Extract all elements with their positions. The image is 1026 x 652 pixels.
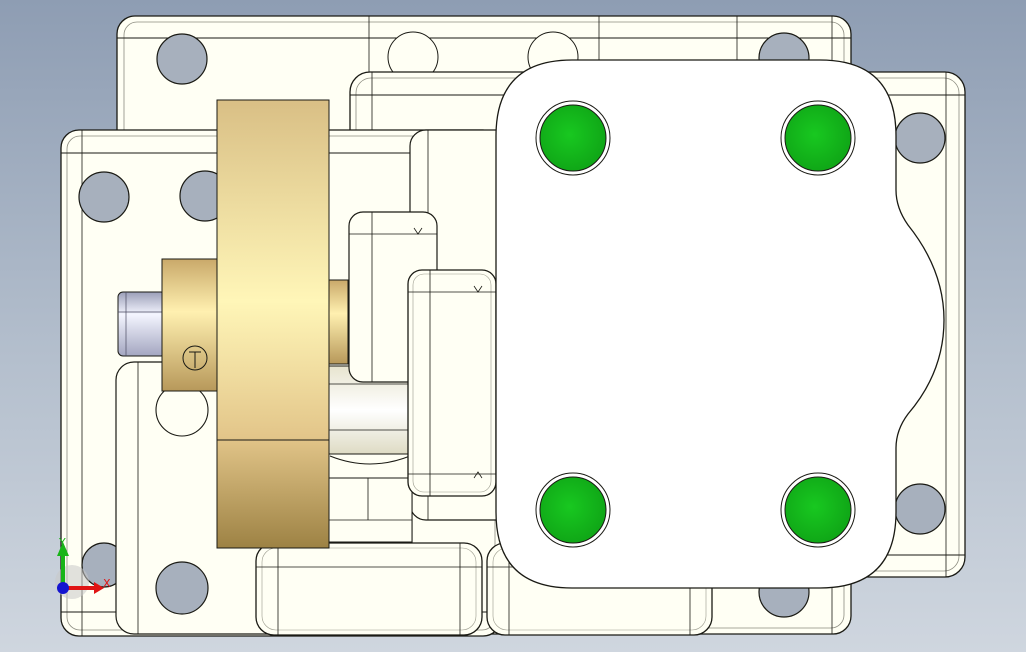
mounting-hole (156, 33, 208, 85)
mounting-hole (894, 112, 946, 164)
cad-model-view[interactable]: X Y (0, 0, 1026, 652)
graphics-viewport[interactable]: X Y (0, 0, 1026, 652)
z-axis-marker (57, 582, 69, 594)
bottom-bar-left (255, 542, 483, 636)
drive-shaft (117, 291, 167, 357)
mounting-hole (894, 483, 946, 535)
mounting-hole (155, 561, 209, 615)
y-axis-label: Y (58, 536, 66, 549)
slider-block-lower (407, 269, 497, 497)
guide-rods (319, 365, 413, 543)
x-axis-label: X (103, 577, 111, 590)
mounting-hole (78, 171, 130, 223)
mounting-hole (155, 383, 209, 437)
brass-wheel (216, 99, 330, 549)
